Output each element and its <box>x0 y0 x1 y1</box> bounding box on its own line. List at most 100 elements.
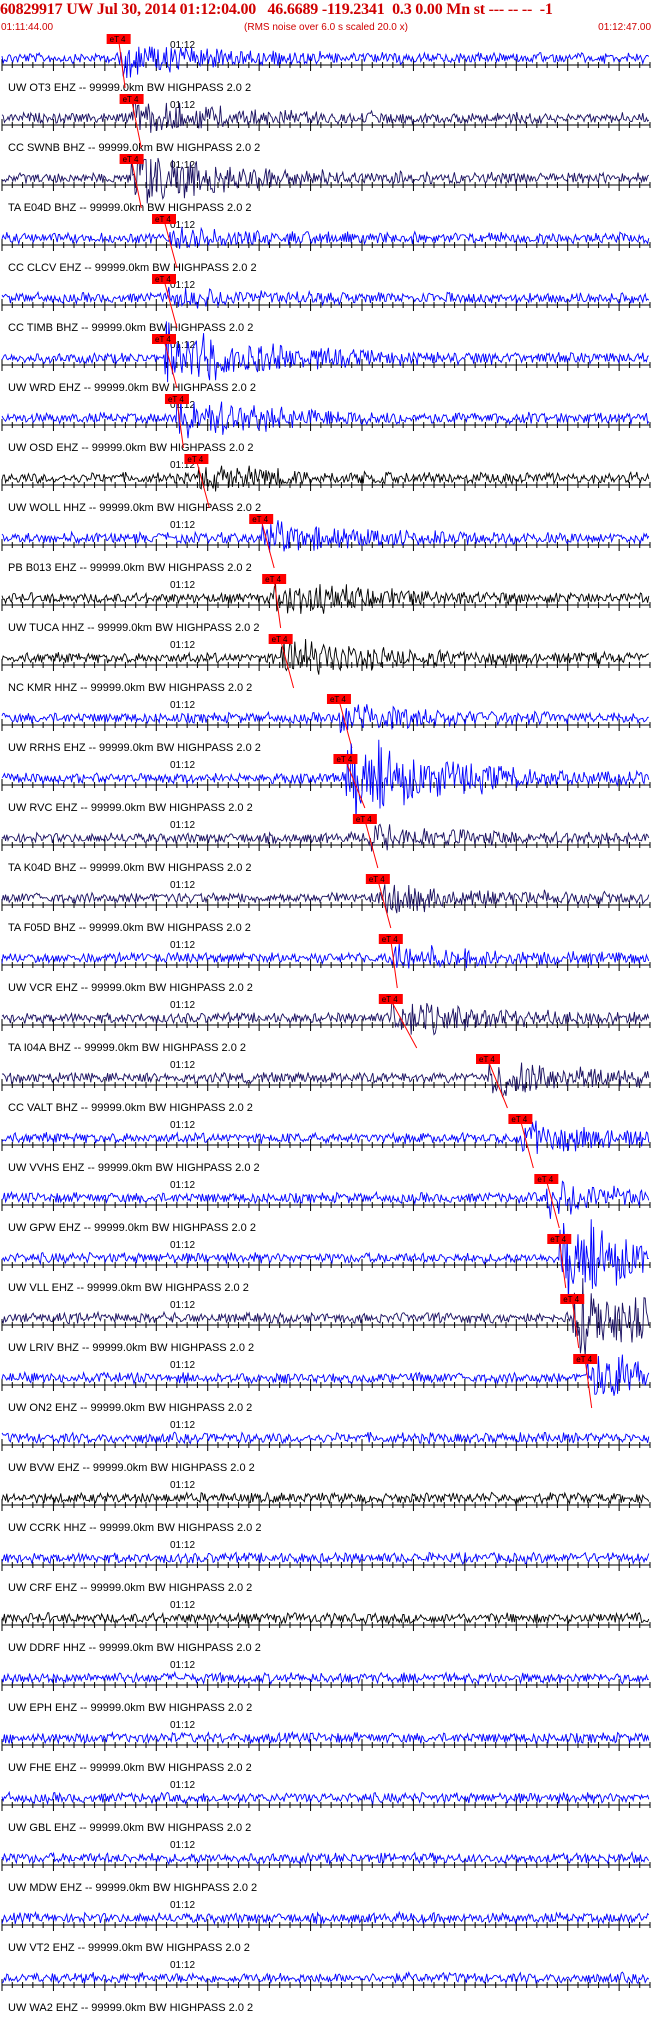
pick-label: eT 4 <box>356 815 372 824</box>
pick-label: eT 4 <box>168 395 184 404</box>
waveform <box>1 1670 649 1686</box>
waveform <box>1 638 650 675</box>
waveform <box>1 999 650 1036</box>
station-label: UW CCRK HHZ -- 99999.0km BW HIGHPASS 2.0… <box>8 1522 261 1534</box>
station-label: UW MDW EHZ -- 99999.0km BW HIGHPASS 2.0 … <box>8 1882 257 1894</box>
pick-label: eT 4 <box>123 95 139 104</box>
minute-label: 01:12 <box>170 700 195 711</box>
waveform <box>1 154 650 204</box>
pick-label: eT 4 <box>155 215 171 224</box>
station-label: TA K04D BHZ -- 99999.0km BW HIGHPASS 2.0… <box>8 862 252 874</box>
waveform <box>1 1611 650 1625</box>
waveform <box>1 1850 650 1866</box>
minute-label: 01:12 <box>170 820 195 831</box>
station-label: TA I04A BHZ -- 99999.0km BW HIGHPASS 2.0… <box>8 1042 246 1054</box>
minute-label: 01:12 <box>170 1000 195 1011</box>
minute-label: 01:12 <box>170 1540 195 1551</box>
minute-label: 01:12 <box>170 1960 195 1971</box>
pick-line <box>519 1119 534 1169</box>
waveform <box>1 884 650 914</box>
station-label: UW WOLL HHZ -- 99999.0km BW HIGHPASS 2.0… <box>8 502 261 514</box>
station-label: CC SWNB BHZ -- 99999.0km BW HIGHPASS 2.0… <box>8 142 260 154</box>
waveform <box>1 1970 650 1985</box>
pick-line <box>260 519 275 569</box>
minute-label: 01:12 <box>170 1900 195 1911</box>
station-label: CC CLCV EHZ -- 99999.0km BW HIGHPASS 2.0… <box>8 262 257 274</box>
station-label: NC KMR HHZ -- 99999.0km BW HIGHPASS 2.0 … <box>8 682 252 694</box>
station-label: UW VCR EHZ -- 99999.0km BW HIGHPASS 2.0 … <box>8 982 253 994</box>
pick-label: eT 4 <box>511 1115 527 1124</box>
waveform <box>1 823 650 852</box>
minute-label: 01:12 <box>170 100 195 111</box>
waveform <box>1 465 650 492</box>
waveform <box>1 520 650 553</box>
station-label: UW WA2 EHZ -- 99999.0km BW HIGHPASS 2.0 … <box>8 2002 253 2014</box>
minute-label: 01:12 <box>170 760 195 771</box>
minute-label: 01:12 <box>170 1660 195 1671</box>
pick-label: eT 4 <box>336 755 352 764</box>
station-label: UW WRD EHZ -- 99999.0km BW HIGHPASS 2.0 … <box>8 382 256 394</box>
waveform <box>1 704 649 733</box>
minute-label: 01:12 <box>170 1480 195 1491</box>
pick-label: eT 4 <box>576 1355 592 1364</box>
seismogram-plot: 01:12 UW OT3 EHZ -- 99999.0km BW HIGHPASS… <box>1 34 651 2014</box>
minute-label: 01:12 <box>170 1840 195 1851</box>
pick-label: eT 4 <box>563 1295 579 1304</box>
pick-label: eT 4 <box>110 35 126 44</box>
station-label: CC VALT BHZ -- 99999.0km BW HIGHPASS 2.0… <box>8 1102 253 1114</box>
waveform <box>1 1730 650 1745</box>
station-label: UW VT2 EHZ -- 99999.0km BW HIGHPASS 2.0 … <box>8 1942 250 1954</box>
pick-line <box>487 1059 508 1109</box>
pick-label: eT 4 <box>252 515 268 524</box>
waveform <box>1 583 650 614</box>
waveform <box>1 1790 650 1806</box>
waveform <box>1 1491 650 1506</box>
pick-label: eT 4 <box>382 995 398 1004</box>
waveform <box>1 1354 650 1396</box>
minute-label: 01:12 <box>170 520 195 531</box>
minute-label: 01:12 <box>170 1120 195 1131</box>
minute-label: 01:12 <box>170 1180 195 1191</box>
minute-label: 01:12 <box>170 640 195 651</box>
station-label: UW LRIV BHZ -- 99999.0km BW HIGHPASS 2.0… <box>8 1342 254 1354</box>
waveform <box>1 1910 650 1926</box>
station-label: UW RVC EHZ -- 99999.0km BW HIGHPASS 2.0 … <box>8 802 253 814</box>
pick-label: eT 4 <box>265 575 281 584</box>
waveform <box>1 1120 650 1155</box>
station-label: UW GBL EHZ -- 99999.0km BW HIGHPASS 2.0 … <box>8 1822 251 1834</box>
minute-label: 01:12 <box>170 160 195 171</box>
station-label: UW TUCA HHZ -- 99999.0km BW HIGHPASS 2.0… <box>8 622 259 634</box>
station-label: UW RRHS EHZ -- 99999.0km BW HIGHPASS 2.0… <box>8 742 261 754</box>
minute-label: 01:12 <box>170 1360 195 1371</box>
waveform <box>1 46 650 79</box>
pick-label: eT 4 <box>123 155 139 164</box>
station-label: UW VLL EHZ -- 99999.0km BW HIGHPASS 2.0 … <box>8 1282 249 1294</box>
station-label: CC TIMB BHZ -- 99999.0km BW HIGHPASS 2.0… <box>8 322 253 334</box>
station-label: UW GPW EHZ -- 99999.0km BW HIGHPASS 2.0 … <box>8 1222 256 1234</box>
pick-label: eT 4 <box>382 935 398 944</box>
pick-label: eT 4 <box>272 635 288 644</box>
pick-line <box>338 699 353 749</box>
station-label: UW EPH EHZ -- 99999.0km BW HIGHPASS 2.0 … <box>8 1702 252 1714</box>
pick-label: eT 4 <box>330 695 346 704</box>
minute-label: 01:12 <box>170 1300 195 1311</box>
waveform <box>1 1062 650 1098</box>
waveform <box>1 1551 650 1565</box>
station-label: UW DDRF HHZ -- 99999.0km BW HIGHPASS 2.0… <box>8 1642 261 1654</box>
pick-label: eT 4 <box>479 1055 495 1064</box>
station-label: TA F05D BHZ -- 99999.0km BW HIGHPASS 2.0… <box>8 922 251 934</box>
waveform <box>1 396 650 439</box>
pick-label: eT 4 <box>550 1235 566 1244</box>
pick-label: eT 4 <box>155 275 171 284</box>
waveform <box>1 96 650 133</box>
pick-label: eT 4 <box>369 875 385 884</box>
minute-label: 01:12 <box>170 1060 195 1071</box>
station-label: TA E04D BHZ -- 99999.0km BW HIGHPASS 2.0… <box>8 202 252 214</box>
minute-label: 01:12 <box>170 1780 195 1791</box>
station-label: UW FHE EHZ -- 99999.0km BW HIGHPASS 2.0 … <box>8 1762 252 1774</box>
minute-label: 01:12 <box>170 1240 195 1251</box>
station-label: UW ON2 EHZ -- 99999.0km BW HIGHPASS 2.0 … <box>8 1402 252 1414</box>
station-label: UW CRF EHZ -- 99999.0km BW HIGHPASS 2.0 … <box>8 1582 252 1594</box>
station-label: UW VVHS EHZ -- 99999.0km BW HIGHPASS 2.0… <box>8 1162 260 1174</box>
minute-label: 01:12 <box>170 1420 195 1431</box>
